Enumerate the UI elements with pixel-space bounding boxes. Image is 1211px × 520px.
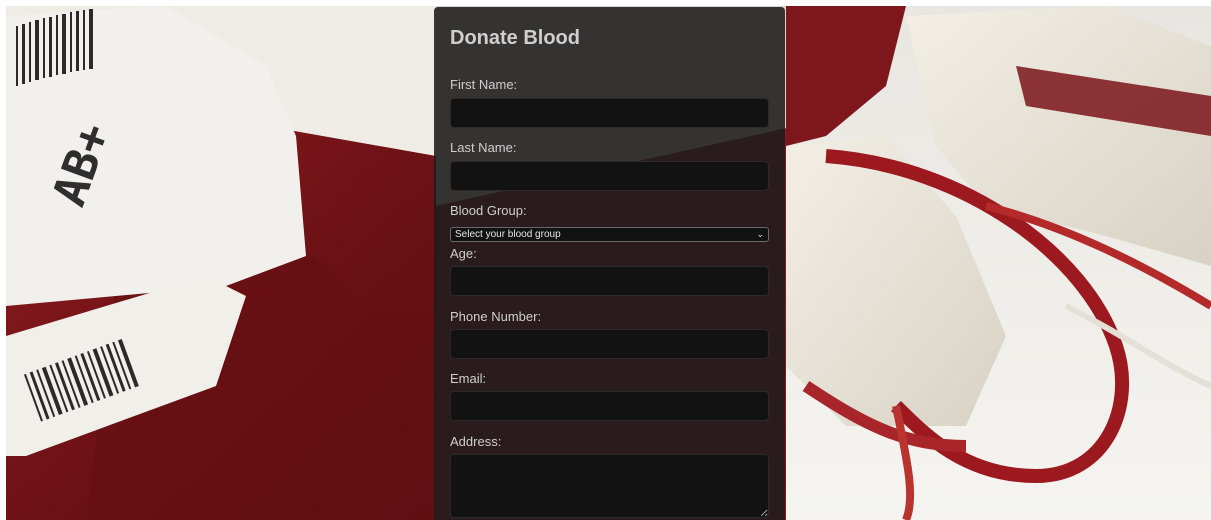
- email-label: Email:: [450, 371, 487, 386]
- page-title: Donate Blood: [450, 27, 580, 49]
- blood-group-selected-value: Select your blood group: [455, 229, 561, 240]
- age-input[interactable]: [450, 266, 769, 296]
- donate-form-panel: Donate Blood First Name: Last Name: Bloo…: [434, 7, 785, 520]
- email-input[interactable]: [450, 391, 769, 421]
- first-name-label: First Name:: [450, 77, 518, 92]
- first-name-input[interactable]: [450, 98, 769, 128]
- last-name-label: Last Name:: [450, 140, 517, 155]
- last-name-input[interactable]: [450, 161, 769, 191]
- blood-group-select[interactable]: Select your blood group ⌄: [450, 227, 769, 242]
- blood-group-label: Blood Group:: [450, 203, 527, 218]
- phone-input[interactable]: [450, 329, 769, 359]
- address-label: Address:: [450, 434, 502, 449]
- address-textarea[interactable]: [450, 454, 769, 518]
- age-label: Age:: [450, 246, 477, 261]
- phone-label: Phone Number:: [450, 309, 542, 324]
- chevron-down-icon: ⌄: [756, 229, 764, 239]
